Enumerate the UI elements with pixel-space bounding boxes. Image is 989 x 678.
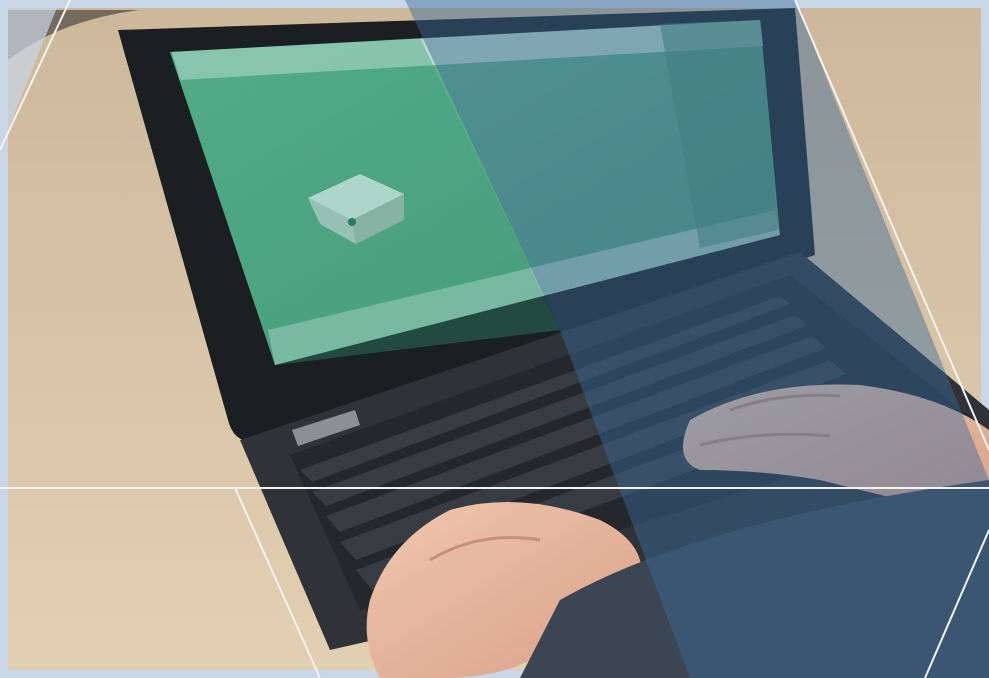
photo-scene xyxy=(0,0,989,678)
photo-illustration xyxy=(0,0,989,678)
